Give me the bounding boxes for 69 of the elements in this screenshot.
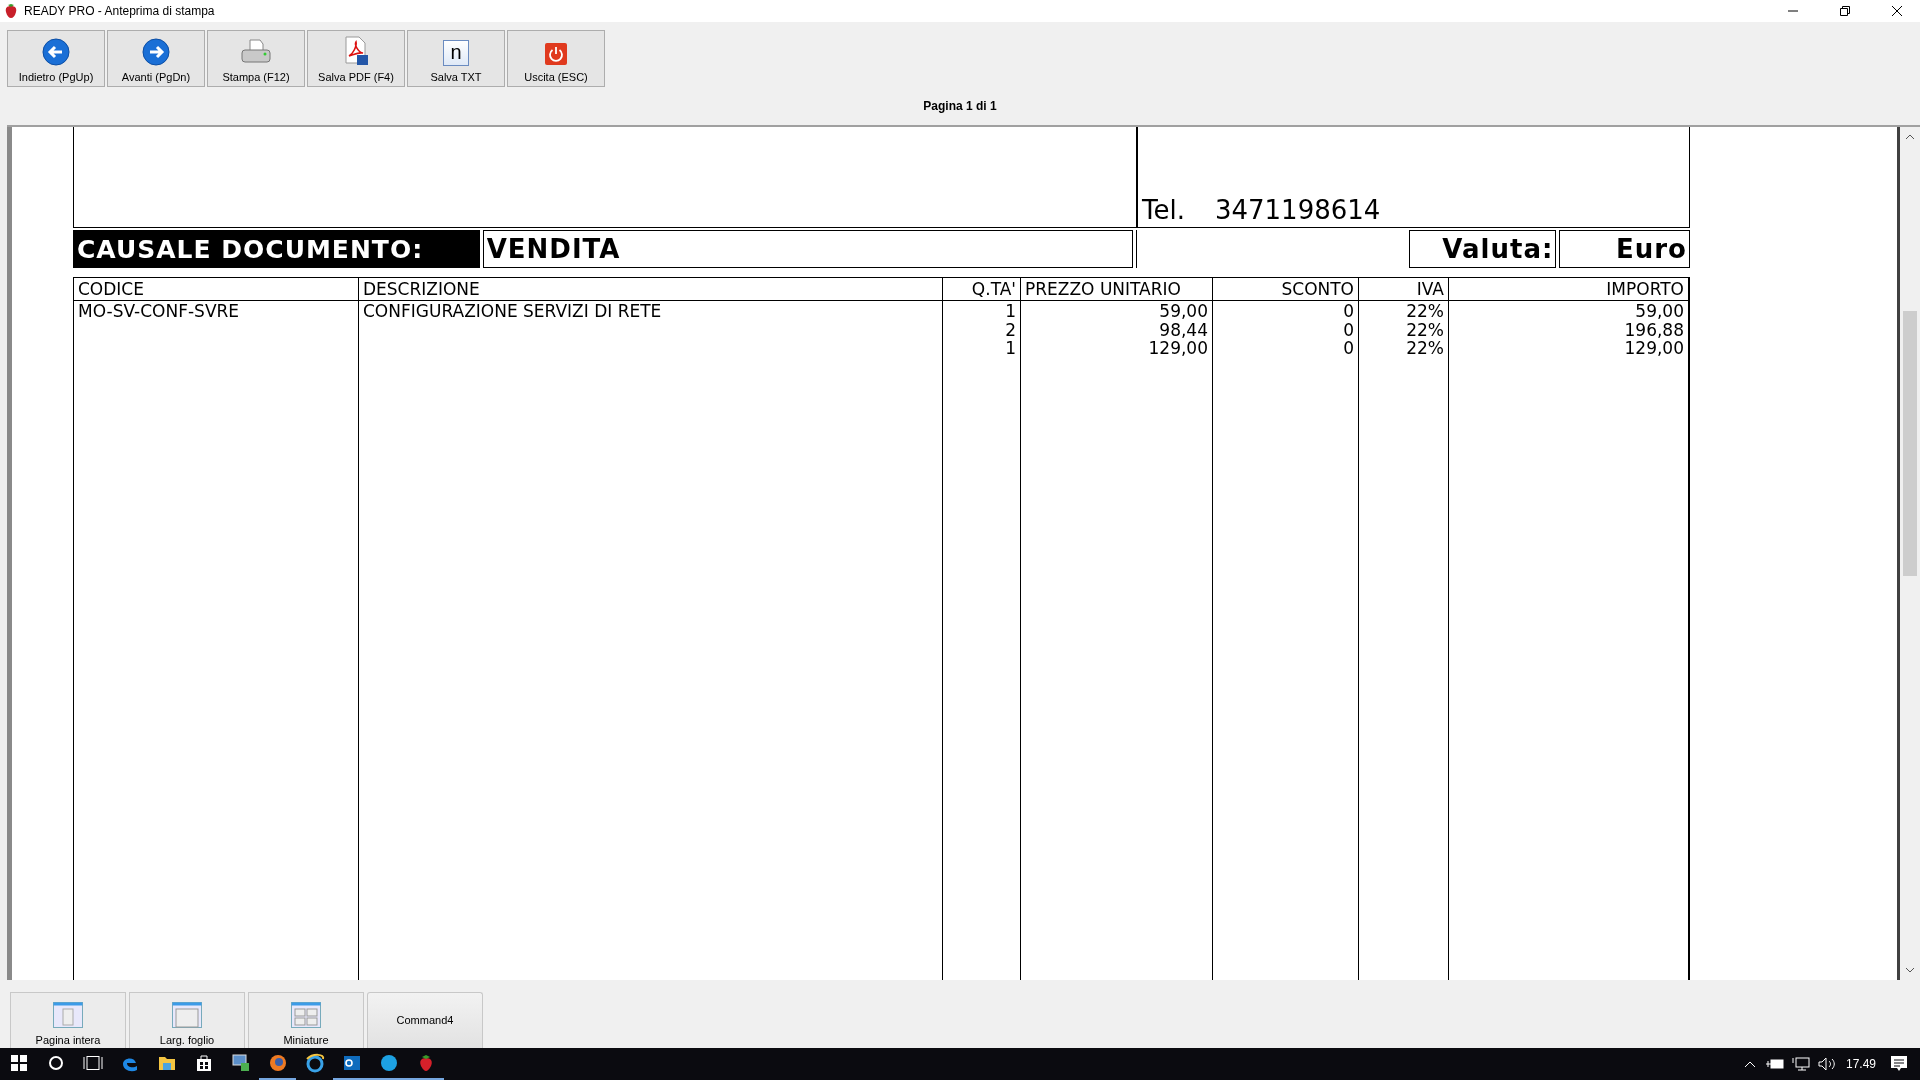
table-cell: 129,00 — [1624, 338, 1684, 358]
battery-icon[interactable] — [1765, 1058, 1784, 1070]
causale-value: VENDITA — [482, 230, 1133, 268]
table-cell: 2 — [1005, 319, 1016, 340]
column-header: CODICE — [74, 278, 359, 300]
view-button[interactable]: Miniature — [248, 992, 364, 1048]
currency-label: Valuta: — [1408, 230, 1557, 268]
column-header: DESCRIZIONE — [359, 278, 943, 300]
column-header: Q.TA' — [943, 278, 1021, 300]
strawberry-icon — [4, 3, 18, 19]
pdf-file-icon — [343, 36, 369, 66]
phone-number: 3471198614 — [1214, 195, 1381, 225]
toolbar-button[interactable]: n Salva TXT — [407, 30, 505, 87]
restore-icon — [1840, 6, 1850, 16]
printer-icon — [240, 38, 272, 66]
scroll-down-icon — [1905, 966, 1915, 974]
view-button[interactable]: Command4 — [367, 992, 483, 1048]
windows-start-icon[interactable] — [10, 1055, 27, 1071]
table-cell: 1 — [1005, 338, 1016, 358]
currency-value: Euro — [1559, 230, 1690, 268]
globe-icon[interactable] — [304, 1053, 325, 1073]
table-cell: MO-SV-CONF-SVRE — [78, 301, 240, 321]
speaker-icon[interactable] — [1817, 1057, 1836, 1071]
search-icon[interactable] — [47, 1055, 64, 1071]
close-icon — [1892, 6, 1902, 16]
column-header: IVA — [1359, 278, 1449, 300]
toolbar-button[interactable]: Avanti (PgDn) — [107, 30, 205, 87]
wide-page-icon — [172, 1002, 202, 1028]
scrollbar-thumb[interactable] — [1903, 311, 1917, 576]
table-cell: 129,00 — [1148, 338, 1208, 358]
table-cell: 22% — [1406, 319, 1444, 340]
table-cell: 0 — [1343, 301, 1354, 321]
column-header: PREZZO UNITARIO — [1021, 278, 1213, 300]
table-cell: 59,00 — [1635, 301, 1684, 321]
letter-n-icon: n — [443, 40, 469, 66]
chat-bubble-icon[interactable] — [378, 1053, 399, 1073]
table-cell: 1 — [1005, 301, 1016, 321]
scroll-up-icon — [1905, 133, 1915, 141]
table-cell: 59,00 — [1159, 301, 1208, 321]
table-cell: 98,44 — [1159, 319, 1208, 340]
table-cell: CONFIGURAZIONE SERVIZI DI RETE — [363, 301, 662, 321]
toolbar-button[interactable]: Indietro (PgUp) — [7, 30, 105, 87]
monitor-icon[interactable] — [230, 1053, 251, 1073]
toolbar-button[interactable]: Salva PDF (F4) — [307, 30, 405, 87]
grid-icon — [291, 1002, 321, 1028]
causale-label: CAUSALE DOCUMENTO: — [73, 230, 480, 268]
view-button[interactable]: Larg. foglio — [129, 992, 245, 1048]
toolbar-button[interactable]: Stampa (F12) — [207, 30, 305, 87]
single-page-icon — [53, 1002, 83, 1028]
power-icon — [544, 42, 568, 66]
table-cell: 0 — [1343, 338, 1354, 358]
table-cell: 22% — [1406, 301, 1444, 321]
table-cell: 196,88 — [1624, 319, 1684, 340]
phone-label: Tel. — [1142, 195, 1185, 225]
table-cell: 0 — [1343, 319, 1354, 340]
network-icon[interactable] — [1791, 1057, 1810, 1071]
notification-icon[interactable] — [1890, 1055, 1908, 1073]
clock[interactable]: 17.49 — [1845, 1057, 1876, 1071]
toolbar-button[interactable]: Uscita (ESC) — [507, 30, 605, 87]
mail-app-icon[interactable] — [341, 1053, 362, 1073]
view-button[interactable]: Pagina intera — [10, 992, 126, 1048]
fox-globe-icon[interactable] — [267, 1053, 288, 1073]
chevron-up-icon[interactable] — [1743, 1060, 1756, 1068]
page-indicator: Pagina 1 di 1 — [923, 98, 997, 115]
column-header: SCONTO — [1213, 278, 1359, 300]
table-cell: 22% — [1406, 338, 1444, 358]
window-title: READY PRO - Anteprima di stampa — [24, 4, 216, 18]
column-header: IMPORTO — [1449, 278, 1689, 300]
task-view-icon[interactable] — [82, 1055, 103, 1071]
